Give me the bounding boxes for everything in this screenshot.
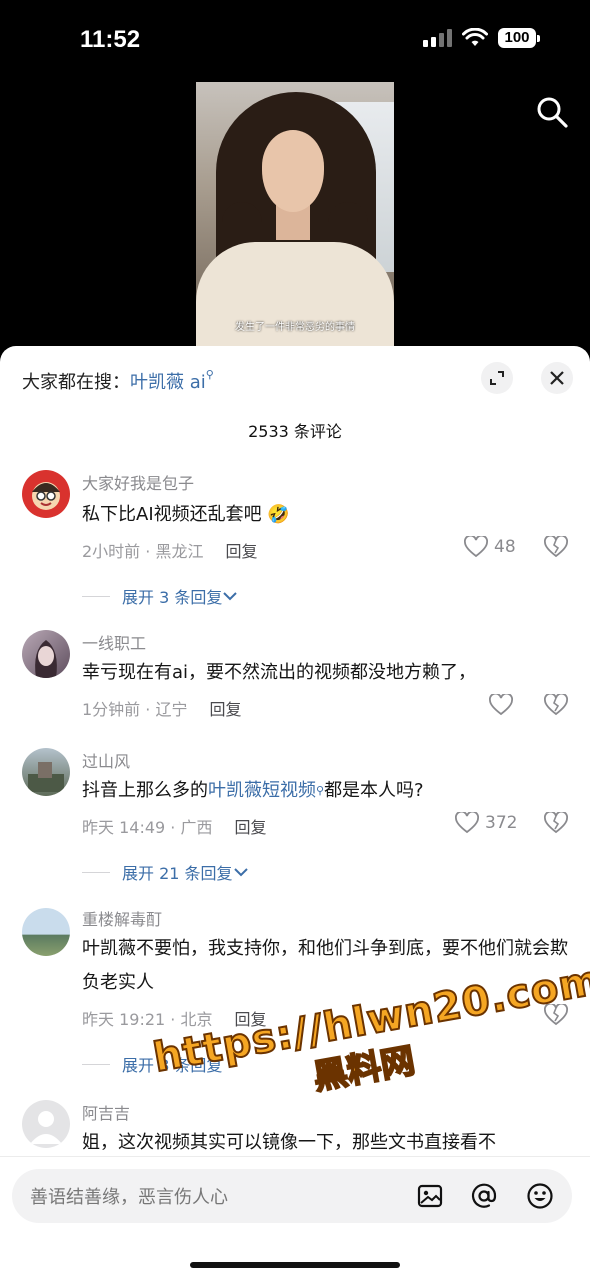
search-small-icon: ⚲ (316, 784, 325, 797)
search-icon[interactable] (534, 94, 570, 130)
reply-button[interactable]: 回复 (234, 818, 266, 837)
comment-username[interactable]: 一线职工 (82, 630, 146, 654)
close-icon (550, 371, 564, 385)
video-subtitle: 发生了一件非常恶劣的事情 (235, 322, 355, 333)
like-count: 48 (494, 537, 516, 557)
heart-icon (489, 694, 513, 716)
avatar[interactable] (22, 1100, 70, 1148)
status-bar: 11:52 100 (0, 0, 590, 80)
comment-input-container (12, 1169, 572, 1225)
comment-meta: 昨天 14:49 · 广西 回复 (82, 814, 266, 838)
battery-icon: 100 (498, 28, 540, 48)
image-icon[interactable] (416, 1182, 444, 1210)
expand-icon (490, 371, 504, 385)
video-player[interactable]: 发生了一件非常恶劣的事情 (196, 82, 394, 348)
broken-heart-icon[interactable] (544, 536, 568, 558)
broken-heart-icon[interactable] (544, 694, 568, 716)
broken-heart-icon[interactable] (544, 812, 568, 834)
hot-search-prefix: 大家都在搜： (22, 372, 130, 393)
comment-username[interactable]: 阿吉吉 (82, 1100, 130, 1124)
search-link[interactable]: 叶凯薇短视频 (208, 780, 316, 801)
battery-level: 100 (498, 28, 536, 48)
expand-replies-label: 展开 3 条回复 (122, 588, 223, 607)
comment-time-location: 昨天 14:49 · 广西 (82, 818, 213, 837)
comment-username[interactable]: 大家好我是包子 (82, 470, 194, 494)
comment-count: 2533 条评论 (248, 422, 342, 441)
heart-icon (464, 536, 488, 558)
close-button[interactable] (541, 362, 573, 394)
comment-time-location: 1分钟前 · 辽宁 (82, 700, 188, 719)
like-count: 372 (485, 813, 518, 833)
expand-replies[interactable]: 展开 3 条回复 (82, 584, 238, 608)
wifi-icon (462, 28, 488, 46)
comment-input[interactable] (28, 1169, 412, 1225)
avatar[interactable] (22, 748, 70, 796)
comment-time-location: 昨天 19:21 · 北京 (82, 1010, 213, 1029)
like-button[interactable]: 372 (455, 812, 517, 834)
avatar[interactable] (22, 908, 70, 956)
home-indicator[interactable] (190, 1262, 400, 1268)
sheet-header: 大家都在搜：叶凯薇 ai⚲ (0, 346, 590, 416)
comment-meta: 2小时前 · 黑龙江 回复 (82, 538, 257, 562)
comment-meta: 1分钟前 · 辽宁 回复 (82, 696, 241, 720)
comment-text: 幸亏现在有ai，要不然流出的视频都没地方赖了， (82, 662, 477, 683)
like-button[interactable] (489, 694, 513, 716)
comment-username[interactable]: 重楼解毒酊 (82, 906, 162, 930)
comment-sheet: 大家都在搜：叶凯薇 ai⚲ 2533 条评论 大家好我是包子 私下比AI视频还乱… (0, 346, 590, 1280)
expand-replies[interactable]: 展开 21 条回复 (82, 860, 249, 884)
avatar[interactable] (22, 470, 70, 518)
signal-icon (423, 29, 452, 47)
comment-text: 私下比AI视频还乱套吧 🤣 (82, 504, 290, 525)
heart-icon (455, 812, 479, 834)
search-small-icon: ⚲ (205, 368, 214, 381)
expand-replies-label: 展开 21 条回复 (122, 864, 233, 883)
emoji-icon[interactable] (526, 1182, 554, 1210)
hot-search[interactable]: 大家都在搜：叶凯薇 ai⚲ (22, 368, 214, 394)
avatar[interactable] (22, 630, 70, 678)
expand-button[interactable] (481, 362, 513, 394)
chevron-down-icon (233, 868, 248, 877)
comment-text: 姐，这次视频其实可以镜像一下，那些文书直接看不 (82, 1132, 496, 1153)
chevron-down-icon (223, 592, 238, 601)
like-button[interactable]: 48 (464, 536, 516, 558)
at-icon[interactable] (470, 1182, 498, 1210)
comment-text: 抖音上那么多的叶凯薇短视频⚲都是本人吗? (82, 780, 424, 801)
reply-button[interactable]: 回复 (209, 700, 241, 719)
comment-username[interactable]: 过山风 (82, 748, 130, 772)
status-time: 11:52 (80, 26, 141, 53)
comment-time-location: 2小时前 · 黑龙江 (82, 542, 204, 561)
reply-button[interactable]: 回复 (225, 542, 257, 561)
hot-search-keyword[interactable]: 叶凯薇 ai (130, 372, 206, 393)
